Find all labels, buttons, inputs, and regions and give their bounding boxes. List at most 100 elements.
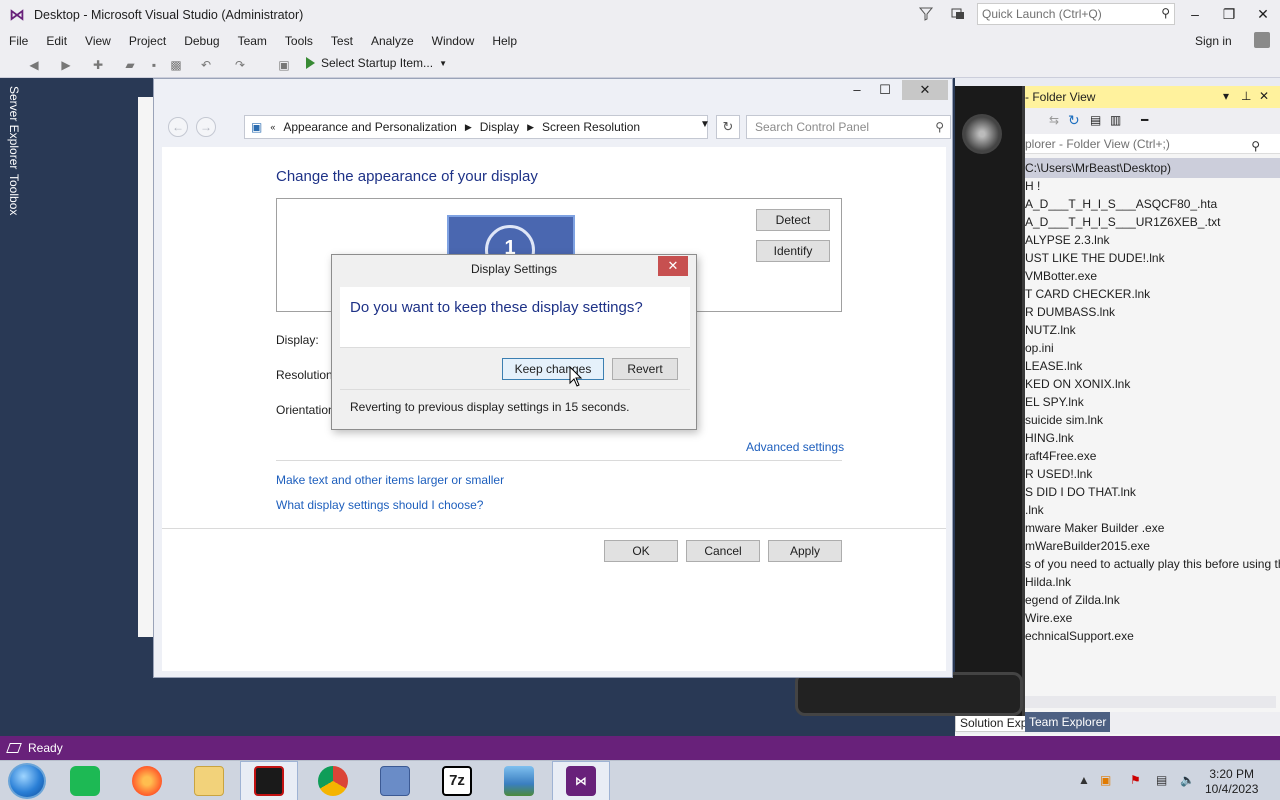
- solution-search-placeholder: plorer - Folder View (Ctrl+;): [1025, 137, 1170, 151]
- identify-button[interactable]: Identify: [756, 240, 830, 262]
- address-bar-row: ← → ▣ « Appearance and Personalization ▶…: [162, 115, 951, 141]
- find-icon[interactable]: ▣: [276, 57, 292, 73]
- dialog-close-button[interactable]: ✕: [658, 256, 688, 276]
- menu-view[interactable]: View: [76, 34, 120, 48]
- taskbar-spreadsheet[interactable]: [56, 761, 114, 800]
- open-file-icon[interactable]: ▰: [122, 57, 138, 73]
- menu-window[interactable]: Window: [423, 34, 484, 48]
- dialog-title: Display Settings: [470, 262, 558, 276]
- close-icon[interactable]: ✕: [1259, 89, 1269, 103]
- menu-test[interactable]: Test: [322, 34, 362, 48]
- taskbar-photo-viewer[interactable]: [490, 761, 548, 800]
- breadcrumb-display[interactable]: Display: [480, 120, 519, 134]
- properties-icon[interactable]: ━: [1141, 113, 1148, 127]
- pin-icon[interactable]: ⊥: [1241, 89, 1251, 103]
- chevron-down-icon: ▼: [439, 58, 447, 68]
- taskbar-firefox[interactable]: [118, 761, 176, 800]
- taskbar-chrome[interactable]: [304, 761, 362, 800]
- forward-icon[interactable]: ▶: [58, 57, 74, 73]
- tray-app-icon[interactable]: ▣: [1100, 773, 1111, 787]
- dropdown-icon[interactable]: ▾: [1223, 89, 1229, 103]
- sync-icon[interactable]: ⇆: [1049, 113, 1059, 127]
- save-all-icon[interactable]: ▩: [168, 57, 184, 73]
- menu-debug[interactable]: Debug: [175, 34, 228, 48]
- breadcrumb-appearance[interactable]: Appearance and Personalization: [283, 120, 456, 134]
- keep-changes-button[interactable]: Keep changes: [502, 358, 604, 380]
- vs-window-title: Desktop - Microsoft Visual Studio (Admin…: [34, 8, 304, 22]
- menu-analyze[interactable]: Analyze: [362, 34, 423, 48]
- breadcrumb-screen-resolution[interactable]: Screen Resolution: [542, 120, 640, 134]
- taskbar-visual-studio[interactable]: ⋈: [552, 761, 610, 800]
- menu-tools[interactable]: Tools: [276, 34, 322, 48]
- chrome-icon: [318, 766, 348, 796]
- sign-in-link[interactable]: Sign in: [1195, 34, 1232, 48]
- tab-team-explorer[interactable]: Team Explorer: [1025, 712, 1111, 732]
- save-icon[interactable]: ▪: [146, 57, 162, 73]
- menu-project[interactable]: Project: [120, 34, 175, 48]
- taskbar-red-app[interactable]: [240, 761, 298, 800]
- refresh-icon[interactable]: ↻: [1068, 112, 1080, 129]
- divider: [162, 528, 946, 529]
- cancel-button[interactable]: Cancel: [686, 540, 760, 562]
- start-debugging-button[interactable]: Select Startup Item... ▼: [306, 56, 447, 70]
- toolbox-tab[interactable]: Toolbox: [7, 174, 21, 215]
- undo-icon[interactable]: ↶: [198, 57, 214, 73]
- taskbar-file-explorer[interactable]: [180, 761, 238, 800]
- server-explorer-tab[interactable]: Server Explorer: [7, 86, 21, 169]
- back-icon[interactable]: ◀: [26, 57, 42, 73]
- taskbar-keyboard-app[interactable]: [366, 761, 424, 800]
- display-help-link[interactable]: What display settings should I choose?: [276, 498, 483, 512]
- visual-studio-icon: ⋈: [566, 766, 596, 796]
- action-center-icon[interactable]: ⚑: [1130, 773, 1141, 787]
- new-project-icon[interactable]: ✚: [90, 57, 106, 73]
- control-panel-search[interactable]: Search Control Panel ⚲: [746, 115, 951, 139]
- system-clock[interactable]: 3:20 PM 10/4/2023: [1205, 767, 1258, 797]
- clock-date: 10/4/2023: [1205, 782, 1259, 796]
- menu-team[interactable]: Team: [229, 34, 276, 48]
- show-hidden-icons-icon[interactable]: ▲: [1078, 773, 1090, 787]
- minimize-button[interactable]: ‒: [844, 80, 870, 100]
- chevron-down-icon[interactable]: ▼: [700, 119, 710, 130]
- filter-icon[interactable]: [918, 6, 934, 22]
- feedback-icon[interactable]: [950, 6, 966, 22]
- forward-icon[interactable]: →: [196, 117, 216, 137]
- close-button[interactable]: ✕: [902, 80, 948, 100]
- back-icon[interactable]: ←: [168, 117, 188, 137]
- network-icon[interactable]: ▤: [1156, 773, 1167, 787]
- breadcrumb-overflow-icon[interactable]: «: [270, 122, 275, 132]
- start-item-label: Select Startup Item...: [321, 56, 434, 70]
- menu-file[interactable]: File: [0, 34, 37, 48]
- address-bar[interactable]: ▣ « Appearance and Personalization ▶ Dis…: [244, 115, 708, 139]
- photo-viewer-icon: [504, 766, 534, 796]
- maximize-button[interactable]: ☐: [872, 80, 898, 100]
- horizontal-scrollbar[interactable]: [1021, 696, 1276, 708]
- monitor-1[interactable]: 1: [447, 215, 575, 259]
- text-size-link[interactable]: Make text and other items larger or smal…: [276, 473, 504, 487]
- apply-button[interactable]: Apply: [768, 540, 842, 562]
- close-button[interactable]: ✕: [1248, 3, 1278, 25]
- collapse-all-icon[interactable]: ▤: [1090, 113, 1101, 127]
- volume-icon[interactable]: 🔈: [1180, 773, 1195, 787]
- quick-launch-input[interactable]: Quick Launch (Ctrl+Q) ⚲: [977, 3, 1175, 25]
- status-text: Ready: [28, 741, 63, 755]
- show-all-files-icon[interactable]: ▥: [1110, 113, 1121, 127]
- breadcrumb-separator-icon: ▶: [464, 121, 472, 132]
- taskbar-7zip[interactable]: 7z: [428, 761, 486, 800]
- search-icon: ⚲: [1161, 6, 1170, 20]
- spreadsheet-icon: [70, 766, 100, 796]
- restore-button[interactable]: ❐: [1214, 3, 1244, 25]
- menu-edit[interactable]: Edit: [37, 34, 76, 48]
- control-panel-titlebar: ‒ ☐ ✕: [154, 79, 952, 105]
- ok-button[interactable]: OK: [604, 540, 678, 562]
- account-icon[interactable]: [1254, 32, 1270, 48]
- refresh-icon[interactable]: ↻: [716, 115, 740, 139]
- minimize-button[interactable]: ‒: [1180, 3, 1210, 25]
- redo-icon[interactable]: ↷: [232, 57, 248, 73]
- menu-help[interactable]: Help: [483, 34, 526, 48]
- revert-button[interactable]: Revert: [612, 358, 678, 380]
- detect-button[interactable]: Detect: [756, 209, 830, 231]
- breadcrumb-separator-icon: ▶: [527, 121, 535, 132]
- firefox-icon: [132, 766, 162, 796]
- advanced-settings-link[interactable]: Advanced settings: [746, 440, 844, 454]
- start-button[interactable]: [8, 763, 46, 799]
